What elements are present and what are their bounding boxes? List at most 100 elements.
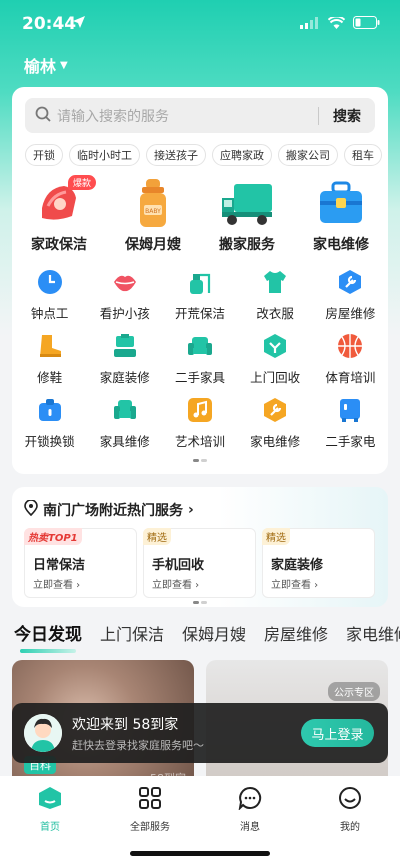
- nearby-item[interactable]: 精选 手机回收 立即查看 ›: [143, 528, 256, 598]
- grid-item-label: 开荒保洁: [174, 306, 225, 321]
- tab-nanny[interactable]: 保姆月嫂: [168, 618, 250, 656]
- hot-tags: 开锁 临时小时工 接送孩子 应聘家政 搬家公司 租车: [25, 144, 382, 166]
- search-input[interactable]: 请输入搜索的服务: [57, 106, 318, 126]
- grid-item-recycling[interactable]: 上门回收: [238, 329, 313, 393]
- login-prompt: 欢迎来到 58到家 赶快去登录找家庭服务吧～ 马上登录: [12, 703, 388, 763]
- hot-tag[interactable]: 应聘家政: [212, 144, 272, 166]
- grid-item-label: 家具维修: [99, 434, 150, 449]
- grid-item-deep-clean[interactable]: 开荒保洁: [162, 265, 237, 329]
- public-notice-tag: 公示专区: [328, 682, 380, 701]
- nearby-title[interactable]: 南门广场附近热门服务 ›: [24, 499, 194, 520]
- search-icon: [35, 106, 51, 126]
- hot-badge: 爆款: [68, 175, 97, 190]
- tab-appliance-repair[interactable]: 家电维修: [332, 618, 400, 656]
- tab-messages[interactable]: 消息: [210, 786, 290, 833]
- grid-item-art-training[interactable]: 艺术培训: [162, 393, 237, 457]
- grid-item-locksmith[interactable]: 开锁换锁: [12, 393, 87, 457]
- view-now-link[interactable]: 立即查看 ›: [271, 576, 318, 591]
- login-prompt-title: 欢迎来到 58到家: [72, 717, 179, 733]
- grid-item-used-furniture[interactable]: 二手家具: [162, 329, 237, 393]
- grid-item-label: 艺术培训: [174, 434, 225, 449]
- search-button[interactable]: 搜索: [319, 106, 375, 126]
- moving-truck-icon: [220, 177, 274, 229]
- login-button[interactable]: 马上登录: [301, 719, 374, 747]
- location-arrow-icon: [72, 14, 86, 33]
- service-appliance-repair[interactable]: 家电维修: [294, 177, 388, 254]
- tab-label: 我的: [340, 822, 360, 833]
- boot-icon: [37, 333, 63, 359]
- wrench-icon: [337, 269, 363, 295]
- service-label: 家电维修: [313, 237, 369, 253]
- lips-icon: [112, 269, 138, 295]
- service-nanny[interactable]: BABY 保姆月嫂: [106, 177, 200, 254]
- tab-house-repair[interactable]: 房屋维修: [250, 618, 332, 656]
- featured-badge: 精选: [262, 528, 290, 545]
- page-indicator: [193, 459, 207, 462]
- featured-badge: 精选: [143, 528, 171, 545]
- grid-item-used-appliances[interactable]: 二手家电: [313, 393, 388, 457]
- hot-tag[interactable]: 临时小时工: [69, 144, 140, 166]
- grid-item-label: 改衣服: [256, 306, 294, 321]
- grid-item-label: 看护小孩: [99, 306, 150, 321]
- city-selector[interactable]: 榆林 ▼: [24, 53, 68, 77]
- smile-icon: [338, 786, 362, 814]
- grid-item-renovation[interactable]: 家庭装修: [87, 329, 162, 393]
- wrench-badge-icon: [262, 397, 288, 423]
- home-icon: [38, 786, 62, 814]
- grid-item-label: 家庭装修: [99, 370, 150, 385]
- grid-item-label: 修鞋: [37, 370, 63, 385]
- login-prompt-subtitle: 赶快去登录找家庭服务吧～: [72, 739, 204, 752]
- service-housekeeping[interactable]: 爆款 家政保洁: [12, 175, 106, 254]
- clock-icon: [37, 269, 63, 295]
- service-label: 搬家服务: [219, 237, 275, 253]
- nearby-title-text: 南门广场附近热门服务: [43, 503, 183, 519]
- view-now-link[interactable]: 立即查看 ›: [33, 576, 80, 591]
- tab-home[interactable]: 首页: [10, 786, 90, 833]
- view-now-link[interactable]: 立即查看 ›: [152, 576, 199, 591]
- nearby-item-name: 日常保洁: [33, 558, 86, 573]
- search-bar[interactable]: 请输入搜索的服务 搜索: [25, 98, 375, 133]
- home-indicator: [130, 851, 270, 856]
- nearby-item[interactable]: 热卖TOP1 日常保洁 立即查看 ›: [24, 528, 137, 598]
- grid-item-hourly[interactable]: 钟点工: [12, 265, 87, 329]
- avatar: [24, 714, 62, 752]
- grid-item-appliance-repair[interactable]: 家电维修: [238, 393, 313, 457]
- grid-item-label: 家电维修: [250, 434, 301, 449]
- nearby-item-name: 家庭装修: [271, 558, 324, 573]
- grid-item-furniture-repair[interactable]: 家具维修: [87, 393, 162, 457]
- nearby-item[interactable]: 精选 家庭装修 立即查看 ›: [262, 528, 375, 598]
- tab-mine[interactable]: 我的: [310, 786, 390, 833]
- paint-roller-icon: [112, 333, 138, 359]
- basketball-icon: [337, 333, 363, 359]
- grid-item-label: 二手家电: [325, 434, 376, 449]
- grid-item-label: 房屋维修: [325, 306, 376, 321]
- service-grid: 钟点工 看护小孩 开荒保洁 改衣服 房屋维修 修鞋 家庭装修 二手家具 上门回收…: [12, 265, 388, 457]
- lock-icon: [37, 397, 63, 423]
- sofa-icon: [187, 333, 213, 359]
- grid-item-shoe-repair[interactable]: 修鞋: [12, 329, 87, 393]
- spray-bottle-icon: [187, 269, 213, 295]
- hot-tag[interactable]: 租车: [344, 144, 382, 166]
- tab-label: 首页: [40, 822, 60, 833]
- tab-cleaning[interactable]: 上门保洁: [86, 618, 168, 656]
- page-indicator: [193, 601, 207, 604]
- grid-item-label: 钟点工: [30, 306, 69, 321]
- tab-today[interactable]: 今日发现: [0, 618, 86, 656]
- tab-all-services[interactable]: 全部服务: [110, 786, 190, 833]
- grid-item-house-repair[interactable]: 房屋维修: [313, 265, 388, 329]
- hot-tag[interactable]: 接送孩子: [146, 144, 206, 166]
- battery-icon: [353, 16, 380, 29]
- shirt-icon: [262, 269, 288, 295]
- service-moving[interactable]: 搬家服务: [200, 177, 294, 254]
- caret-down-icon: ▼: [60, 59, 68, 71]
- grid-item-alteration[interactable]: 改衣服: [238, 265, 313, 329]
- tab-label: 全部服务: [130, 822, 170, 833]
- armchair-icon: [112, 397, 138, 423]
- grid-item-childcare[interactable]: 看护小孩: [87, 265, 162, 329]
- bottle-label: BABY: [145, 208, 161, 215]
- hot-tag[interactable]: 搬家公司: [278, 144, 338, 166]
- hot-tag[interactable]: 开锁: [25, 144, 63, 166]
- status-icons: [300, 16, 380, 29]
- chevron-right-icon: ›: [188, 502, 194, 518]
- grid-item-sports-training[interactable]: 体育培训: [313, 329, 388, 393]
